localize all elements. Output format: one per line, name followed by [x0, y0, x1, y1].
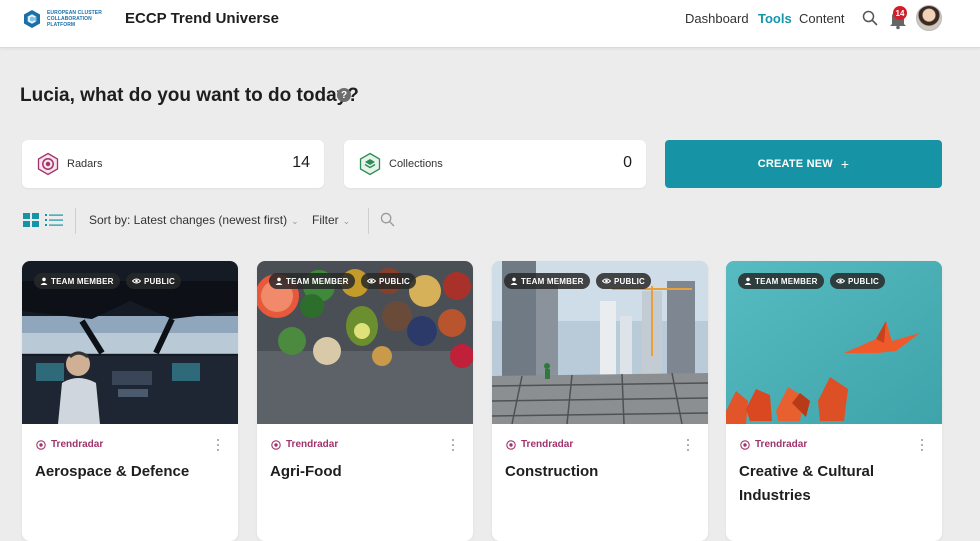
card-type-label: Trendradar — [286, 439, 339, 450]
team-member-label: TEAM MEMBER — [286, 276, 349, 286]
chevron-down-icon: ⌄ — [291, 216, 299, 226]
logo-text: EUROPEAN CLUSTER COLLABORATION PLATFORM — [47, 10, 102, 28]
eccp-logo-mark — [22, 9, 42, 29]
user-avatar[interactable] — [916, 5, 942, 31]
nav-tools[interactable]: Tools — [758, 11, 792, 26]
eye-icon — [367, 278, 376, 284]
create-new-label: CREATE NEW — [757, 158, 833, 170]
plus-icon: + — [840, 156, 850, 172]
team-member-label: TEAM MEMBER — [521, 276, 584, 286]
team-member-label: TEAM MEMBER — [755, 276, 818, 286]
filter-dropdown[interactable]: Filter ⌄ — [312, 213, 350, 227]
more-options-icon[interactable] — [920, 439, 924, 451]
card-type: Trendradar — [506, 439, 573, 450]
public-label: PUBLIC — [614, 276, 645, 286]
card-type: Trendradar — [36, 439, 103, 450]
more-options-icon[interactable] — [216, 439, 220, 451]
radar-card[interactable]: TEAM MEMBER PUBLIC Trendradar Constructi… — [492, 261, 708, 541]
card-title[interactable]: Aerospace & Defence — [35, 460, 225, 484]
radars-count: 14 — [292, 154, 310, 171]
team-member-label: TEAM MEMBER — [51, 276, 114, 286]
card-type-label: Trendradar — [521, 439, 574, 450]
eye-icon — [132, 278, 141, 284]
team-member-badge: TEAM MEMBER — [34, 273, 120, 289]
grid-view-icon[interactable] — [23, 213, 39, 227]
radar-card[interactable]: TEAM MEMBER PUBLIC Trendradar Aerospace … — [22, 261, 238, 541]
more-options-icon[interactable] — [451, 439, 455, 451]
sort-dropdown[interactable]: Sort by: Latest changes (newest first) ⌄ — [89, 213, 299, 227]
app-title[interactable]: ECCP Trend Universe — [125, 10, 279, 27]
public-label: PUBLIC — [144, 276, 175, 286]
person-icon — [40, 277, 48, 285]
page-greeting: Lucia, what do you want to do today? — [20, 85, 359, 106]
toolbar-divider — [368, 208, 369, 234]
card-title[interactable]: Creative & Cultural Industries — [739, 460, 929, 508]
nav-dashboard[interactable]: Dashboard — [685, 11, 749, 26]
card-type-label: Trendradar — [755, 439, 808, 450]
filter-label: Filter — [312, 213, 339, 227]
person-icon — [275, 277, 283, 285]
collections-stat-card[interactable]: Collections 0 — [344, 140, 646, 188]
radar-icon — [506, 439, 516, 450]
sort-label: Sort by: Latest changes (newest first) — [89, 213, 288, 227]
card-type-label: Trendradar — [51, 439, 104, 450]
radar-card[interactable]: TEAM MEMBER PUBLIC Trendradar Agri-Food — [257, 261, 473, 541]
team-member-badge: TEAM MEMBER — [269, 273, 355, 289]
eye-icon — [836, 278, 845, 284]
list-view-icon[interactable] — [45, 213, 63, 227]
eye-icon — [602, 278, 611, 284]
chevron-down-icon: ⌄ — [342, 216, 351, 226]
collections-count: 0 — [623, 154, 632, 171]
public-label: PUBLIC — [848, 276, 879, 286]
nav-content[interactable]: Content — [799, 11, 845, 26]
search-icon[interactable] — [862, 10, 878, 26]
radar-card[interactable]: TEAM MEMBER PUBLIC Trendradar Creative &… — [726, 261, 942, 541]
team-member-badge: TEAM MEMBER — [738, 273, 824, 289]
public-badge: PUBLIC — [361, 273, 416, 289]
public-label: PUBLIC — [379, 276, 410, 286]
more-options-icon[interactable] — [686, 439, 690, 451]
card-type: Trendradar — [740, 439, 807, 450]
radars-label: Radars — [67, 158, 103, 170]
card-type: Trendradar — [271, 439, 338, 450]
radar-icon — [271, 439, 281, 450]
person-icon — [510, 277, 518, 285]
public-badge: PUBLIC — [596, 273, 651, 289]
radars-stat-card[interactable]: Radars 14 — [22, 140, 324, 188]
card-title[interactable]: Agri-Food — [270, 460, 460, 484]
create-new-button[interactable]: CREATE NEW + — [665, 140, 942, 188]
card-title[interactable]: Construction — [505, 460, 695, 484]
notification-count-badge: 14 — [893, 6, 907, 20]
person-icon — [744, 277, 752, 285]
help-icon[interactable]: ? — [337, 88, 351, 102]
eccp-logo[interactable]: EUROPEAN CLUSTER COLLABORATION PLATFORM — [22, 8, 110, 30]
radar-icon — [740, 439, 750, 450]
radar-icon — [36, 439, 46, 450]
team-member-badge: TEAM MEMBER — [504, 273, 590, 289]
public-badge: PUBLIC — [126, 273, 181, 289]
radar-icon — [36, 152, 60, 176]
notifications-button[interactable]: 14 — [887, 6, 909, 30]
toolbar-search-icon[interactable] — [380, 212, 395, 227]
toolbar-divider — [75, 208, 76, 234]
collections-label: Collections — [389, 158, 443, 170]
top-header: EUROPEAN CLUSTER COLLABORATION PLATFORM … — [0, 0, 980, 48]
public-badge: PUBLIC — [830, 273, 885, 289]
collection-icon — [358, 152, 382, 176]
